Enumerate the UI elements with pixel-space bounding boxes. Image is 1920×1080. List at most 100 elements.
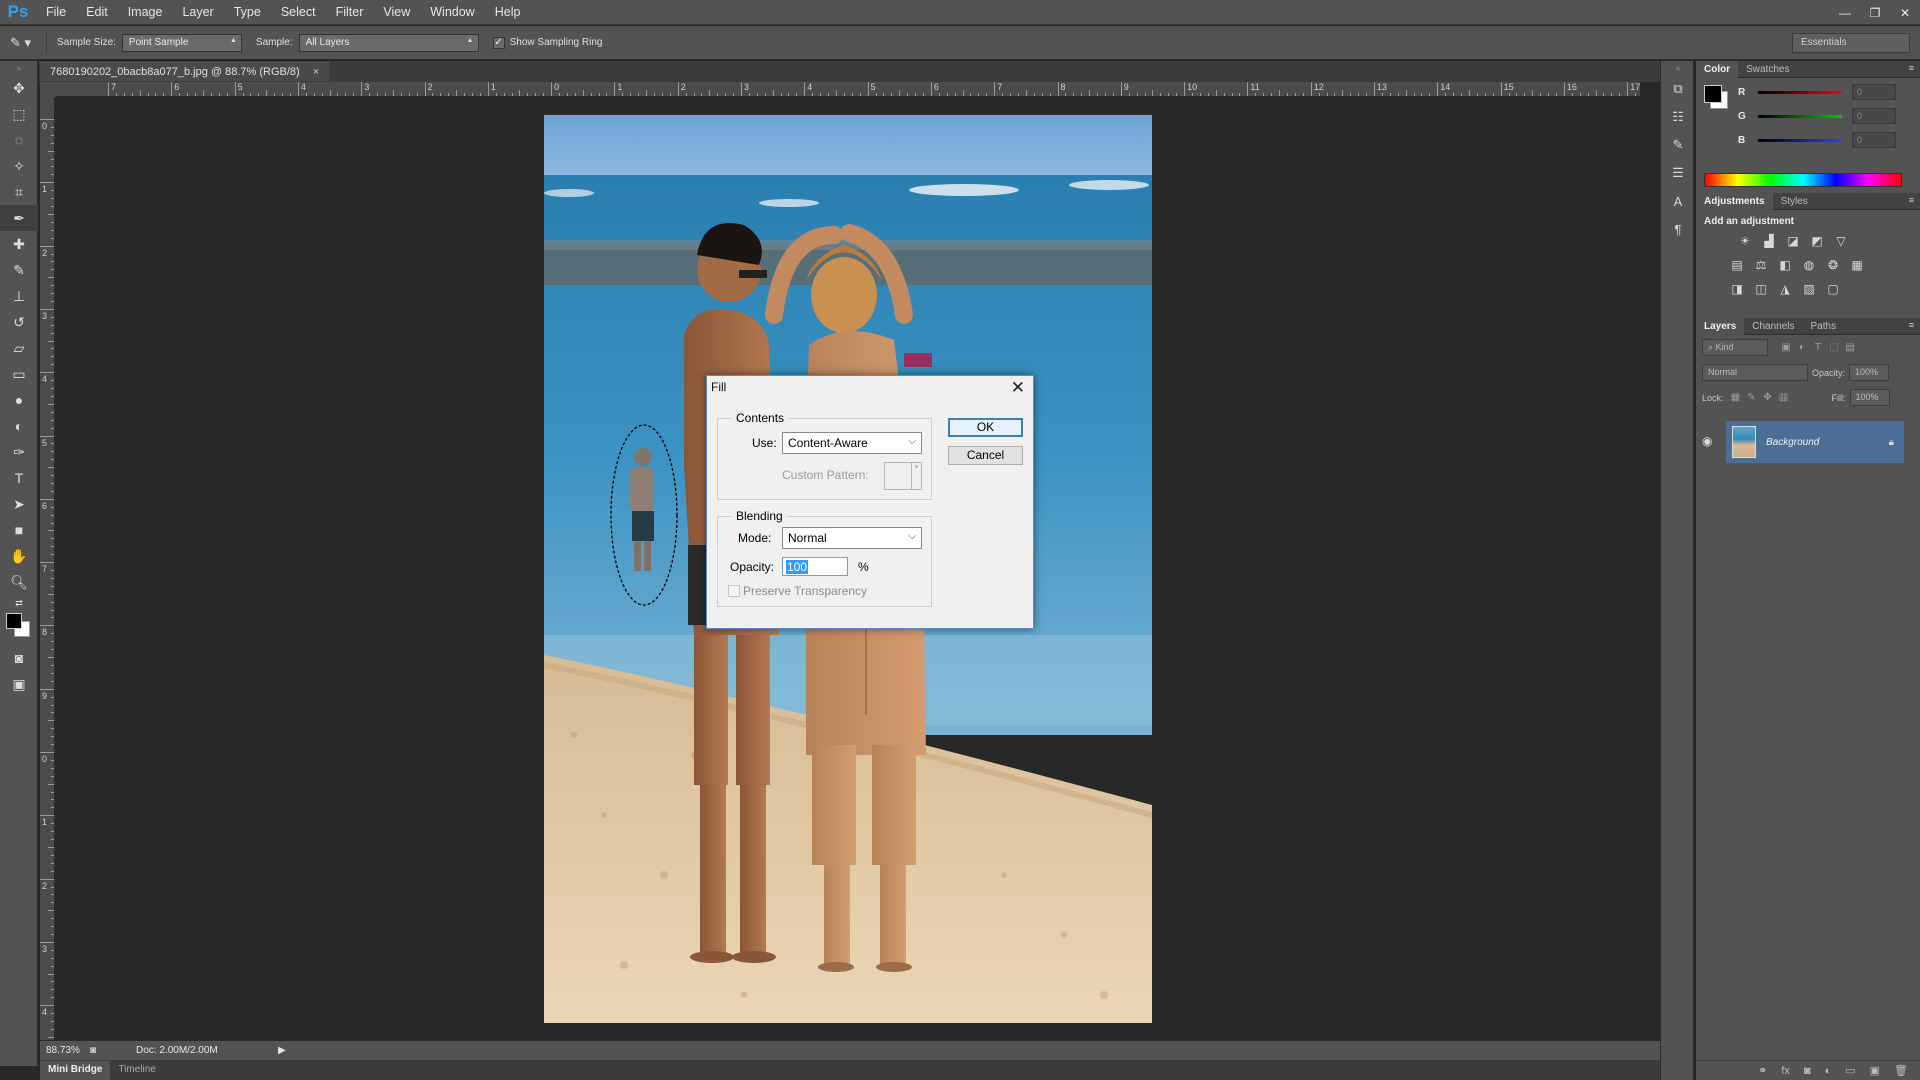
pen-tool-icon[interactable]: ✑ — [0, 439, 38, 465]
link-layers-icon[interactable]: ⚭ — [1758, 1064, 1767, 1077]
green-slider[interactable] — [1758, 114, 1842, 118]
vertical-ruler[interactable]: 0 1 2 3 4 5 6 7 8 9 0 1 2 3 4 — [40, 97, 55, 1040]
quick-mask-icon[interactable]: ◙ — [0, 645, 38, 671]
lock-image-icon[interactable]: ✎ — [1744, 390, 1760, 406]
properties-panel-icon[interactable]: ☷ — [1661, 103, 1695, 131]
eyedropper-tool-preset-icon[interactable]: ✎ ▾ — [10, 35, 40, 51]
red-slider[interactable] — [1758, 90, 1842, 94]
restore-button[interactable]: ❐ — [1860, 0, 1890, 25]
document-tab[interactable]: 7680190202_0bacb8a077_b.jpg @ 88.7% (RGB… — [40, 62, 330, 81]
brush-presets-panel-icon[interactable]: ✎ — [1661, 131, 1695, 159]
menu-view[interactable]: View — [373, 0, 420, 25]
hand-tool-icon[interactable]: ✋ — [0, 543, 38, 569]
new-layer-icon[interactable]: ▣ — [1870, 1064, 1880, 1077]
color-spectrum-bar[interactable] — [1704, 173, 1902, 187]
fill-input[interactable]: 100% — [1849, 389, 1890, 406]
move-tool-icon[interactable]: ✥ — [0, 75, 38, 101]
tab-layers[interactable]: Layers — [1696, 317, 1745, 335]
gradient-map-icon[interactable]: ▧ — [1800, 281, 1818, 297]
swap-colors-icon[interactable]: ⇄ — [0, 595, 38, 611]
rectangle-tool-icon[interactable]: ■ — [0, 517, 38, 543]
menu-file[interactable]: File — [36, 0, 76, 25]
tab-paths[interactable]: Paths — [1803, 318, 1845, 335]
gradient-tool-icon[interactable]: ▭ — [0, 361, 38, 387]
lock-all-icon[interactable]: ▥ — [1776, 390, 1792, 406]
panel-menu-icon[interactable]: ≡ — [1909, 63, 1914, 73]
sample-select[interactable]: All Layers ▲ — [298, 33, 479, 52]
photo-filter-icon[interactable]: ◍ — [1800, 257, 1818, 273]
clone-stamp-tool-icon[interactable]: ⊥ — [0, 283, 38, 309]
tab-mini-bridge[interactable]: Mini Bridge — [40, 1061, 111, 1080]
blend-mode-select[interactable]: Normal — [1702, 364, 1808, 381]
lasso-tool-icon[interactable]: ◌ — [0, 127, 38, 153]
panel-menu-icon[interactable]: ≡ — [1909, 320, 1914, 330]
eyedropper-tool-icon[interactable]: ✒ — [0, 205, 38, 231]
filter-pixel-icon[interactable]: ▣ — [1778, 340, 1794, 356]
invert-icon[interactable]: ◨ — [1728, 281, 1746, 297]
minimize-button[interactable]: — — [1830, 0, 1860, 25]
add-mask-icon[interactable]: ◙ — [1804, 1065, 1811, 1077]
threshold-icon[interactable]: ◮ — [1776, 281, 1794, 297]
selective-color-icon[interactable]: ▢ — [1824, 281, 1842, 297]
path-selection-tool-icon[interactable]: ➤ — [0, 491, 38, 517]
new-adjustment-layer-icon[interactable]: ◐ — [1825, 1065, 1832, 1077]
tab-channels[interactable]: Channels — [1744, 318, 1802, 335]
delete-layer-icon[interactable]: 🗑︎ — [1894, 1064, 1908, 1077]
color-lookup-icon[interactable]: ▦ — [1848, 257, 1866, 273]
dock-collapse-icon[interactable]: « — [1661, 61, 1695, 75]
tab-timeline[interactable]: Timeline — [110, 1061, 163, 1080]
cancel-button[interactable]: Cancel — [948, 446, 1023, 465]
status-preview-icon[interactable]: ◙ — [90, 1045, 96, 1056]
close-window-button[interactable]: ✕ — [1890, 0, 1920, 25]
zoom-level-field[interactable]: 88.73% — [40, 1045, 82, 1056]
show-sampling-ring-checkbox[interactable]: ✓ — [492, 36, 505, 49]
layer-visibility-eye-icon[interactable]: ◉ — [1702, 434, 1712, 448]
tab-styles[interactable]: Styles — [1773, 193, 1816, 210]
menu-type[interactable]: Type — [224, 0, 271, 25]
filter-smart-object-icon[interactable]: ▤ — [1842, 340, 1858, 356]
quick-selection-tool-icon[interactable]: ✧ — [0, 153, 38, 179]
marquee-tool-icon[interactable]: ⬚ — [0, 101, 38, 127]
menu-image[interactable]: Image — [118, 0, 173, 25]
crop-tool-icon[interactable]: ⌗ — [0, 179, 38, 205]
brush-tool-icon[interactable]: ✎ — [0, 257, 38, 283]
use-select[interactable]: Content-Aware ⌵ — [782, 432, 922, 454]
horizontal-ruler[interactable]: 7 6 5 4 3 2 1 0 1 2 3 4 5 6 7 8 9 10 11 12 13 14 15 16 17 — [56, 82, 1640, 97]
type-tool-icon[interactable]: T — [0, 465, 38, 491]
channel-mixer-icon[interactable]: ❂ — [1824, 257, 1842, 273]
blue-slider[interactable] — [1758, 138, 1842, 142]
green-value[interactable]: 0 — [1852, 108, 1896, 124]
foreground-color-swatch[interactable] — [6, 613, 22, 629]
hue-saturation-icon[interactable]: ▤ — [1728, 257, 1746, 273]
mode-select[interactable]: Normal ⌵ — [782, 527, 922, 549]
ok-button[interactable]: OK — [948, 418, 1023, 437]
vibrance-icon[interactable]: ▽ — [1832, 233, 1850, 249]
tool-presets-panel-icon[interactable]: ☰ — [1661, 159, 1695, 187]
opacity-field[interactable]: 100 — [782, 557, 848, 576]
status-menu-arrow-icon[interactable]: ▶ — [278, 1045, 286, 1056]
opacity-input[interactable]: 100% — [1849, 364, 1890, 381]
lock-position-icon[interactable]: ✥ — [1760, 390, 1776, 406]
color-fg-swatch[interactable] — [1704, 85, 1722, 103]
menu-select[interactable]: Select — [271, 0, 326, 25]
history-panel-icon[interactable]: ⧉ — [1661, 75, 1695, 103]
close-document-icon[interactable]: × — [313, 66, 319, 78]
panel-menu-icon[interactable]: ≡ — [1909, 195, 1914, 205]
kind-filter-select[interactable]: ⌕ Kind — [1702, 339, 1768, 356]
layer-row-background[interactable]: Background 🔒︎ — [1726, 421, 1904, 463]
workspace-select[interactable]: Essentials — [1792, 33, 1910, 53]
screen-mode-icon[interactable]: ▣ — [0, 671, 38, 697]
exposure-icon[interactable]: ◩ — [1808, 233, 1826, 249]
curves-icon[interactable]: ◪ — [1784, 233, 1802, 249]
filter-adjustment-icon[interactable]: ◐ — [1794, 340, 1810, 356]
history-brush-tool-icon[interactable]: ↺ — [0, 309, 38, 335]
paragraph-panel-icon[interactable]: ¶ — [1661, 215, 1695, 243]
posterize-icon[interactable]: ◫ — [1752, 281, 1770, 297]
eraser-tool-icon[interactable]: ▱ — [0, 335, 38, 361]
filter-shape-icon[interactable]: ⬚ — [1826, 340, 1842, 356]
character-panel-icon[interactable]: A — [1661, 187, 1695, 215]
layer-style-icon[interactable]: fx — [1781, 1065, 1790, 1077]
menu-help[interactable]: Help — [485, 0, 531, 25]
blur-tool-icon[interactable]: ● — [0, 387, 38, 413]
levels-icon[interactable]: ▟ — [1760, 233, 1778, 249]
